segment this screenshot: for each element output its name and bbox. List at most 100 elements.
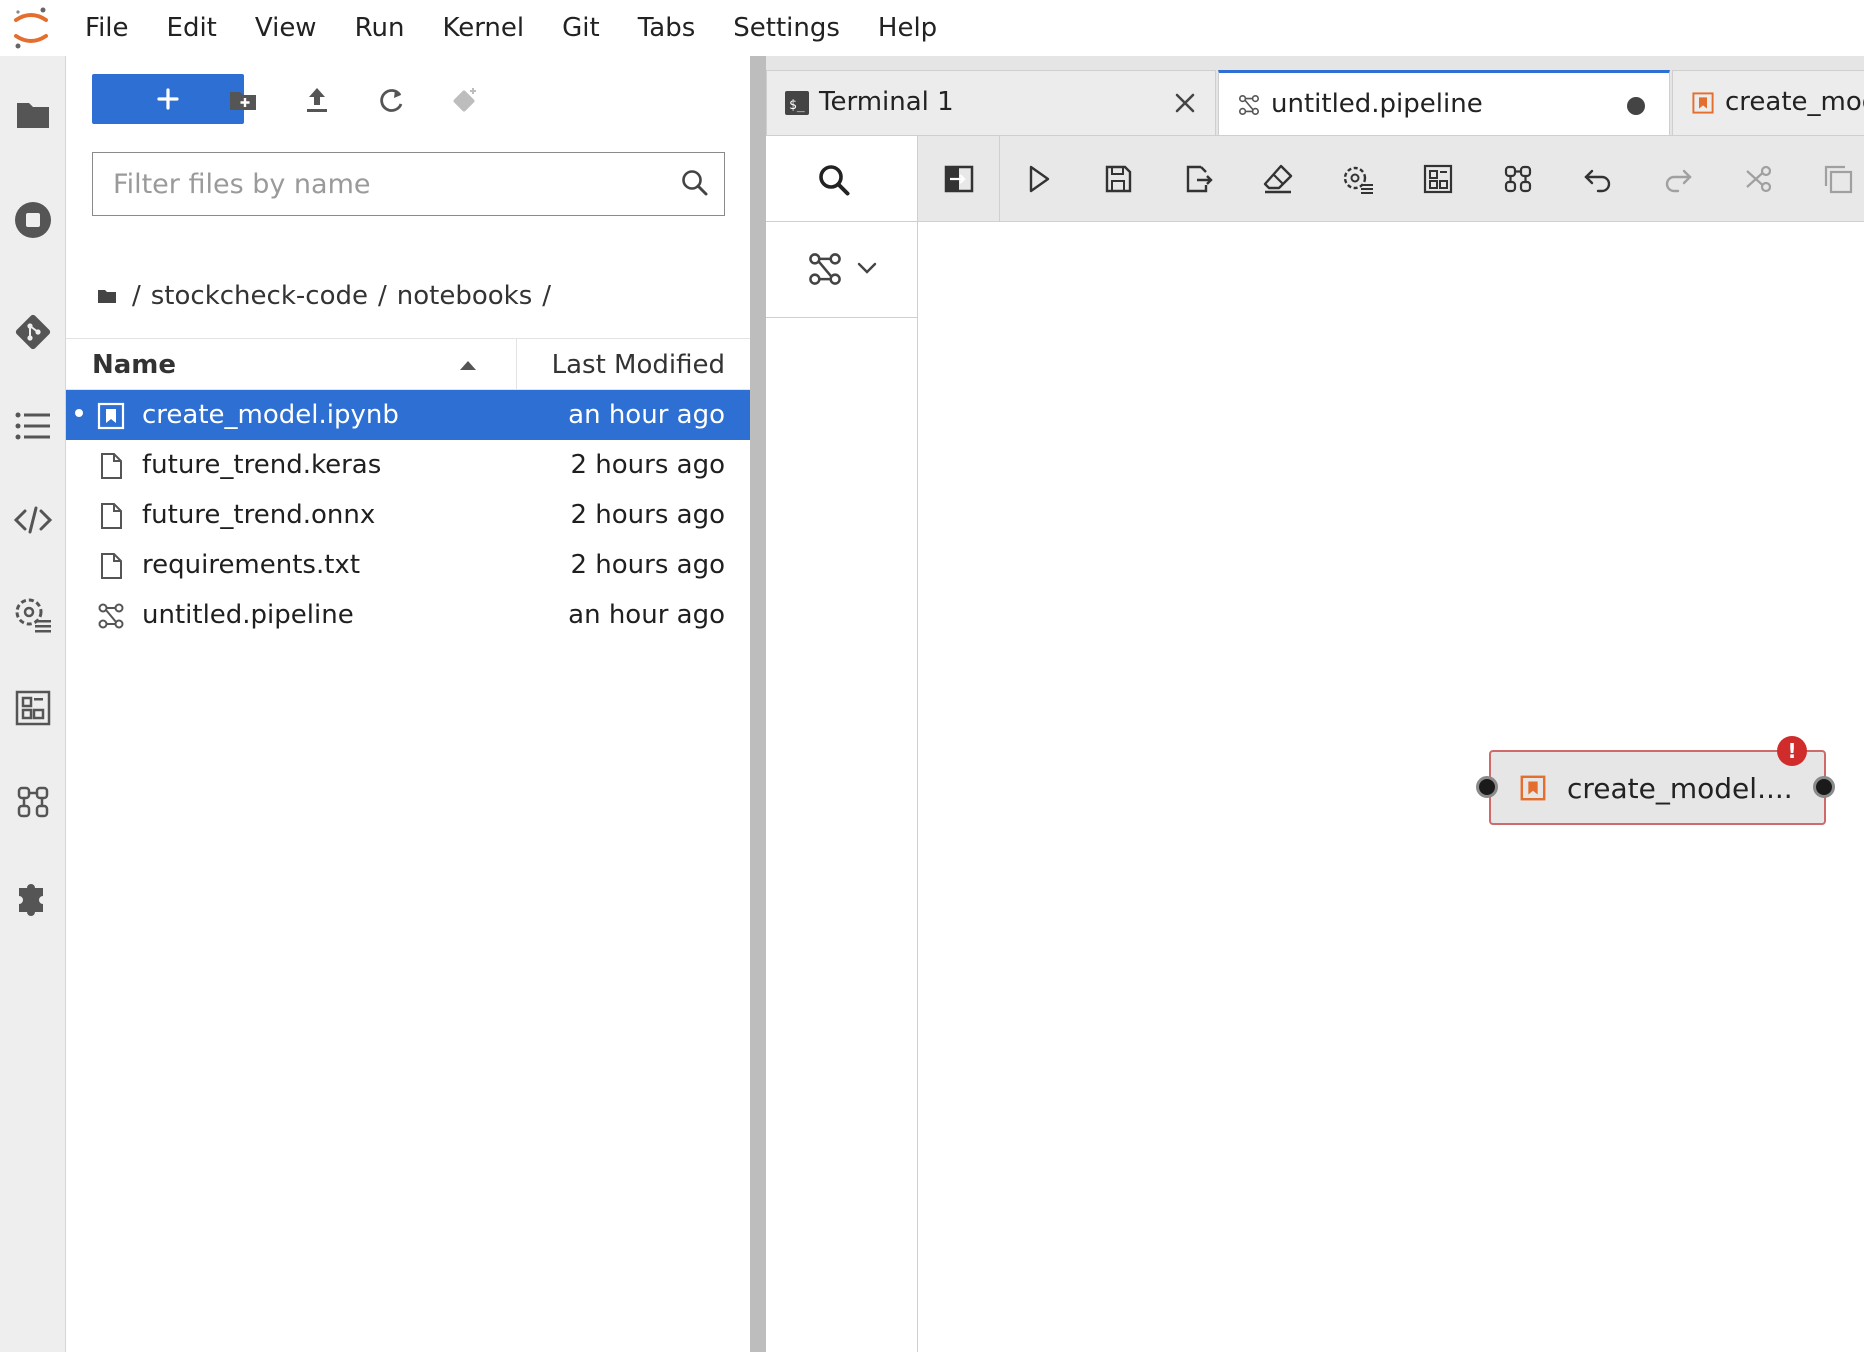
pipeline-components-icon[interactable]	[11, 780, 55, 824]
file-modified: 2 hours ago	[570, 550, 725, 580]
toolbar-divider	[999, 136, 1000, 222]
file-modified: an hour ago	[568, 600, 725, 630]
upload-icon[interactable]	[295, 78, 339, 122]
breadcrumb: / stockcheck-code / notebooks /	[96, 278, 561, 314]
search-icon	[819, 165, 850, 196]
component-catalog-icon[interactable]	[11, 686, 55, 730]
arrange-icon[interactable]	[1495, 156, 1541, 202]
chevron-down-icon	[857, 262, 877, 274]
folder-icon[interactable]	[11, 92, 55, 136]
menu-file[interactable]: File	[66, 0, 148, 56]
menu-settings[interactable]: Settings	[714, 0, 859, 56]
notebook-icon	[1692, 92, 1714, 114]
menu-tabs[interactable]: Tabs	[619, 0, 715, 56]
breadcrumb-notebooks[interactable]: notebooks	[397, 281, 533, 311]
notebook-icon	[97, 402, 125, 430]
cut-icon[interactable]	[1735, 156, 1781, 202]
file-list-header: Name Last Modified	[66, 338, 750, 391]
plus-icon	[157, 88, 179, 110]
file-modified: an hour ago	[568, 400, 725, 430]
file-modified: 2 hours ago	[570, 500, 725, 530]
activity-bar	[0, 56, 66, 1352]
column-header-name[interactable]: Name	[92, 339, 176, 391]
pipeline-node-create-model[interactable]: create_model....	[1489, 750, 1826, 825]
menu-run[interactable]: Run	[336, 0, 424, 56]
file-name: create_model.ipynb	[142, 400, 399, 430]
menu-view[interactable]: View	[236, 0, 336, 56]
file-modified: 2 hours ago	[570, 450, 725, 480]
file-name: future_trend.onnx	[142, 500, 376, 530]
panel-splitter[interactable]	[750, 56, 766, 1352]
runtimes-icon[interactable]	[11, 592, 55, 636]
code-icon[interactable]	[11, 498, 55, 542]
unsaved-indicator[interactable]	[1627, 97, 1645, 115]
clear-pipeline-icon[interactable]	[1255, 156, 1301, 202]
file-name: future_trend.keras	[142, 450, 382, 480]
export-pipeline-icon[interactable]	[1175, 156, 1221, 202]
file-icon	[101, 553, 122, 579]
pipeline-icon	[98, 603, 124, 629]
palette-category-dropdown[interactable]	[766, 222, 918, 318]
breadcrumb-separator: /	[377, 281, 387, 311]
node-output-port[interactable]	[1813, 776, 1835, 798]
node-input-port[interactable]	[1476, 776, 1498, 798]
menu-help[interactable]: Help	[859, 0, 956, 56]
filter-files-field	[92, 152, 725, 216]
column-divider[interactable]	[516, 339, 517, 391]
folder-home-icon[interactable]	[96, 285, 118, 307]
file-browser-panel: / stockcheck-code / notebooks / Name Las…	[66, 56, 750, 1352]
file-name: untitled.pipeline	[142, 600, 354, 630]
list-icon[interactable]	[11, 404, 55, 448]
file-row-create-model[interactable]: create_model.ipynb an hour ago	[66, 390, 750, 440]
redo-icon[interactable]	[1655, 156, 1701, 202]
pipeline-toolbar	[918, 136, 1864, 222]
menu-kernel[interactable]: Kernel	[423, 0, 543, 56]
run-pipeline-icon[interactable]	[1015, 156, 1061, 202]
save-pipeline-icon[interactable]	[1095, 156, 1141, 202]
main-dock-area: $_ Terminal 1 untitled.pipeline create_m…	[766, 56, 1864, 1352]
file-list: create_model.ipynb an hour ago future_tr…	[66, 390, 750, 640]
tab-label: Terminal 1	[819, 87, 954, 117]
stop-circle-icon[interactable]	[11, 198, 55, 242]
pipeline-icon	[809, 253, 841, 285]
column-header-last-modified[interactable]: Last Modified	[552, 339, 725, 391]
runtimes-icon[interactable]	[1335, 156, 1381, 202]
refresh-icon[interactable]	[369, 78, 413, 122]
jupyter-logo-icon	[14, 7, 48, 49]
close-icon[interactable]	[1173, 91, 1197, 115]
breadcrumb-separator: /	[542, 281, 552, 311]
node-label: create_model....	[1567, 772, 1793, 805]
menu-edit[interactable]: Edit	[148, 0, 236, 56]
git-clone-icon[interactable]	[443, 78, 487, 122]
component-catalog-icon[interactable]	[1415, 156, 1461, 202]
breadcrumb-stockcheck-code[interactable]: stockcheck-code	[151, 281, 368, 311]
breadcrumb-separator: /	[132, 281, 141, 311]
pipeline-icon	[1239, 95, 1259, 115]
tab-untitled-pipeline[interactable]: untitled.pipeline	[1218, 70, 1670, 135]
sort-ascending-icon	[460, 361, 476, 370]
palette-search[interactable]	[766, 136, 918, 222]
tab-create-model[interactable]: create_mod	[1672, 70, 1864, 135]
node-palette	[766, 136, 918, 1352]
file-row-requirements[interactable]: requirements.txt 2 hours ago	[66, 540, 750, 590]
copy-icon[interactable]	[1815, 156, 1861, 202]
open-panel-icon[interactable]	[936, 156, 982, 202]
tab-label: create_mod	[1725, 87, 1864, 117]
menu-git[interactable]: Git	[543, 0, 619, 56]
node-error-badge[interactable]: !	[1777, 736, 1807, 766]
file-row-future-trend-onnx[interactable]: future_trend.onnx 2 hours ago	[66, 490, 750, 540]
file-browser-toolbar	[66, 56, 750, 142]
file-row-future-trend-keras[interactable]: future_trend.keras 2 hours ago	[66, 440, 750, 490]
git-icon[interactable]	[11, 310, 55, 354]
menu-items: File Edit View Run Kernel Git Tabs Setti…	[66, 0, 956, 56]
tab-terminal-1[interactable]: $_ Terminal 1	[766, 70, 1216, 135]
filter-files-input[interactable]	[113, 163, 653, 205]
undo-icon[interactable]	[1575, 156, 1621, 202]
terminal-icon: $_	[785, 91, 809, 115]
extension-icon[interactable]	[11, 874, 55, 918]
file-name: requirements.txt	[142, 550, 361, 580]
file-row-untitled-pipeline[interactable]: untitled.pipeline an hour ago	[66, 590, 750, 640]
svg-text:$_: $_	[789, 98, 805, 113]
new-folder-icon[interactable]	[221, 78, 265, 122]
search-icon	[682, 170, 708, 196]
